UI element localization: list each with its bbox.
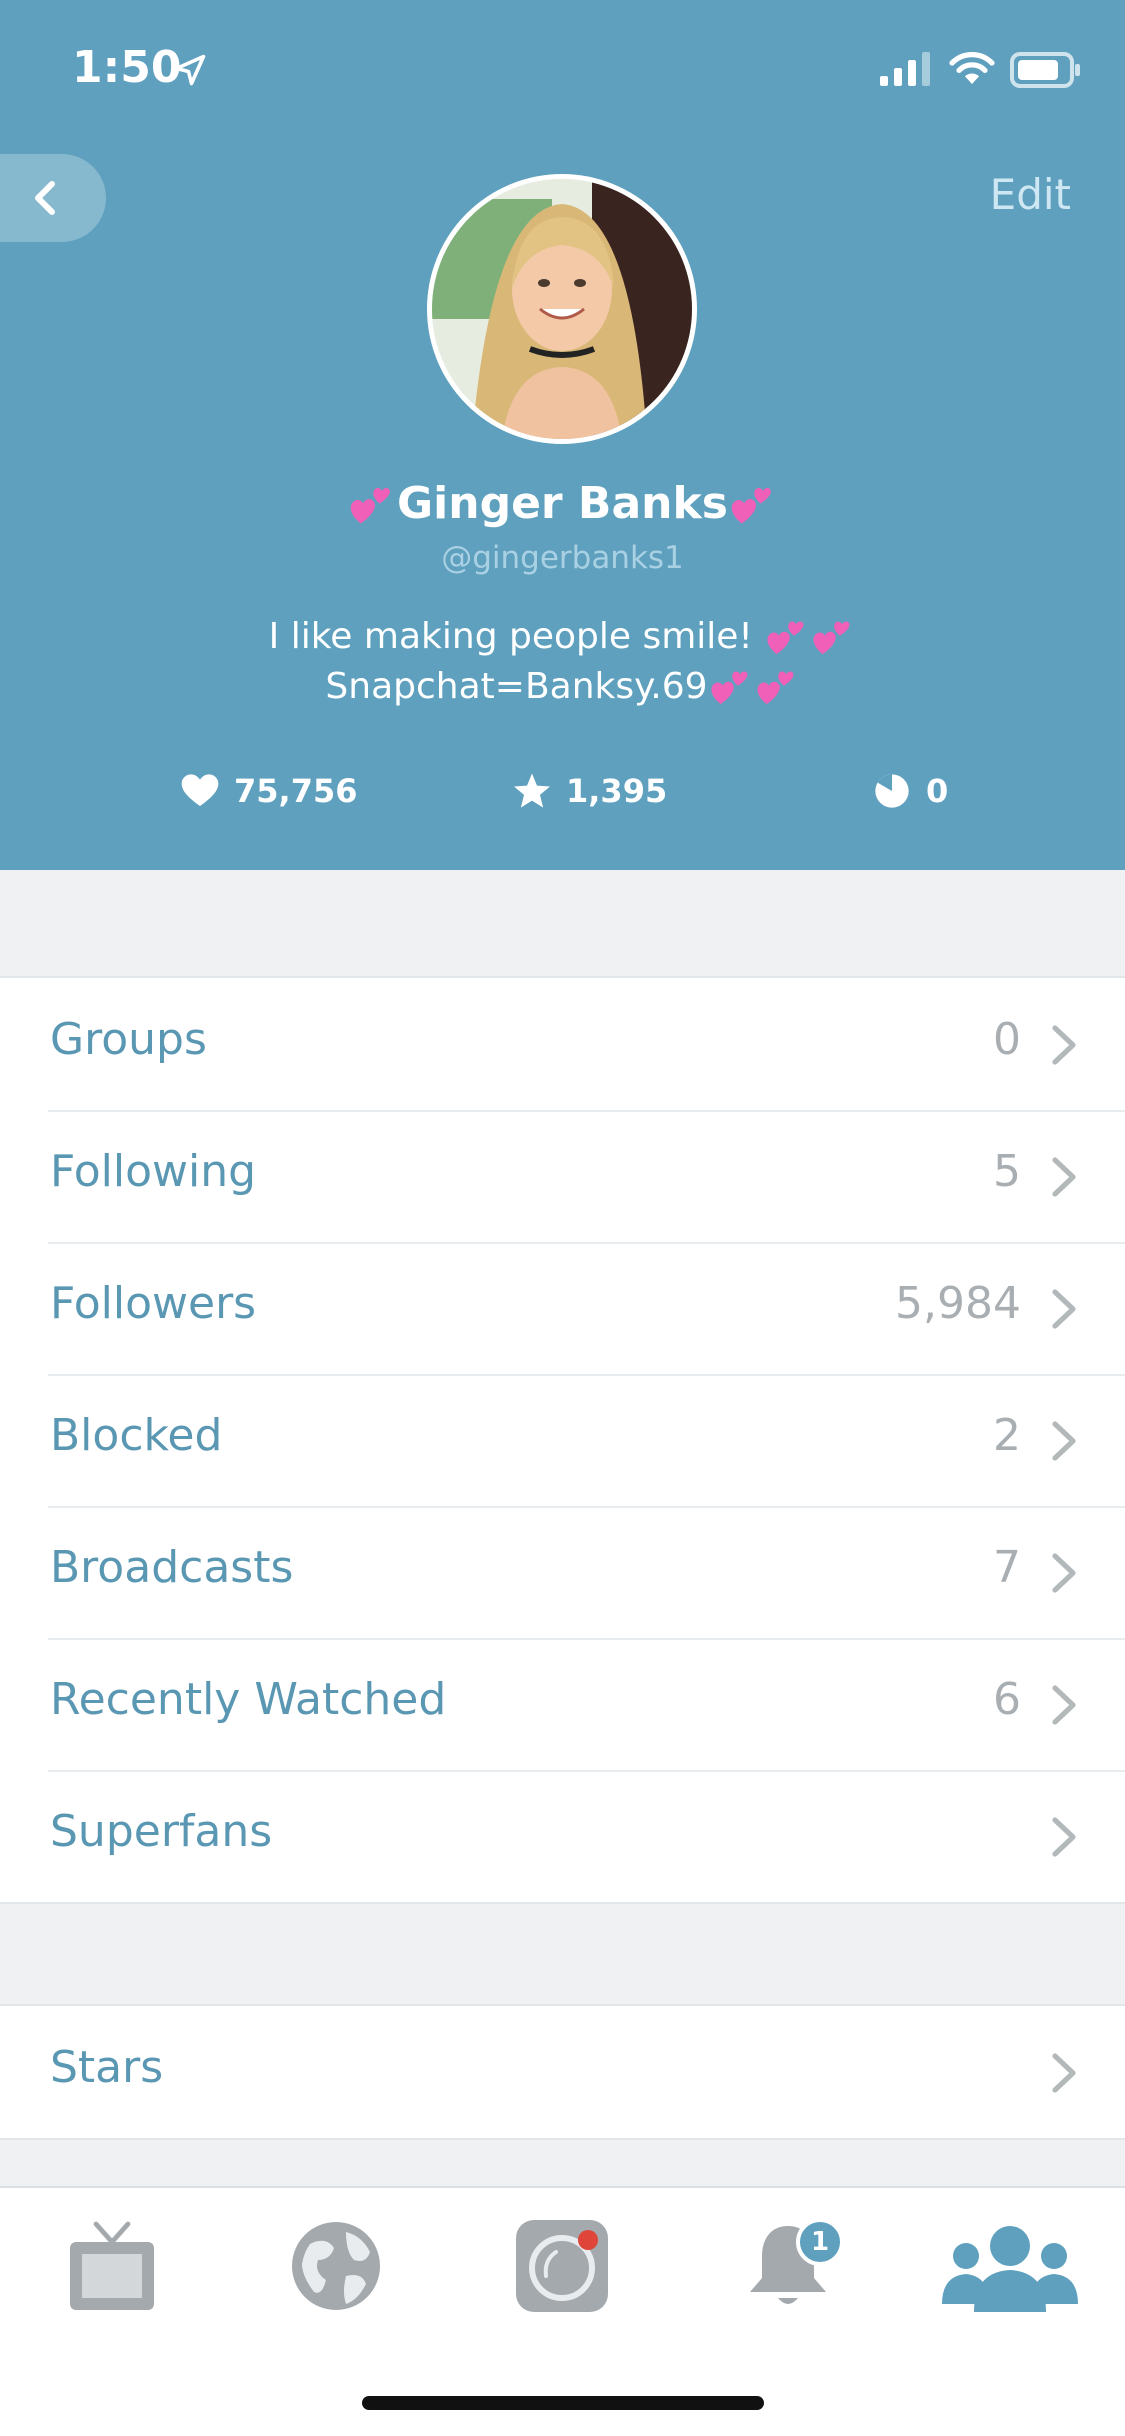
- stat-stars[interactable]: 1,395: [512, 768, 667, 814]
- edit-button[interactable]: Edit: [990, 170, 1071, 219]
- two-hearts-emoji-icon: [767, 621, 804, 655]
- list-item-label: Blocked: [50, 1410, 223, 1461]
- list-item-label: Broadcasts: [50, 1542, 294, 1593]
- stat-pie[interactable]: 0: [872, 768, 948, 814]
- tab-profile[interactable]: [940, 2216, 1080, 2316]
- tv-icon: [70, 2221, 154, 2310]
- list-item-label: Following: [50, 1146, 257, 1197]
- heart-icon: [181, 774, 219, 806]
- two-hearts-emoji-icon: [731, 488, 771, 524]
- tab-watch[interactable]: [62, 2216, 162, 2316]
- list-item-superfans[interactable]: Superfans: [0, 1770, 1125, 1902]
- chevron-right-icon: [1052, 1025, 1076, 1065]
- chevron-left-icon: [35, 181, 55, 215]
- bio-line-1: I like making people smile!: [268, 616, 753, 657]
- list-item-label: Superfans: [50, 1806, 273, 1857]
- chevron-right-icon: [1052, 1553, 1076, 1593]
- list-item-followers[interactable]: Followers 5,984: [0, 1242, 1125, 1374]
- status-bar: 1:50: [0, 0, 1125, 140]
- list-item-label: Followers: [50, 1278, 257, 1329]
- chevron-right-icon: [1052, 1157, 1076, 1197]
- chevron-right-icon: [1052, 1289, 1076, 1329]
- hearts-count: 75,756: [234, 772, 358, 810]
- battery-icon: [1010, 52, 1080, 88]
- bio-line-2: Snapchat=Banksy.69: [325, 666, 708, 707]
- list-item-label: Groups: [50, 1014, 207, 1065]
- back-button[interactable]: [0, 154, 106, 242]
- list-item-label: Stars: [50, 2042, 164, 2093]
- wifi-icon: [949, 52, 995, 84]
- display-name-row: Ginger Banks: [0, 478, 1125, 531]
- chevron-right-icon: [1052, 1817, 1076, 1857]
- notifications-badge: 1: [796, 2218, 844, 2266]
- stat-hearts[interactable]: 75,756: [180, 768, 357, 814]
- avatar[interactable]: [427, 174, 697, 444]
- two-hearts-emoji-icon: [813, 621, 850, 655]
- username: @gingerbanks1: [441, 540, 684, 576]
- display-name: Ginger Banks: [397, 478, 728, 529]
- star-icon: [514, 773, 550, 808]
- chevron-right-icon: [1052, 2053, 1076, 2093]
- list-item-following[interactable]: Following 5: [0, 1110, 1125, 1242]
- two-hearts-emoji-icon: [757, 671, 794, 705]
- home-indicator: [362, 2396, 764, 2410]
- tab-global[interactable]: [286, 2216, 386, 2316]
- list-item-count: 0: [993, 1014, 1021, 1065]
- chevron-right-icon: [1052, 1421, 1076, 1461]
- list-item-broadcasts[interactable]: Broadcasts 7: [0, 1506, 1125, 1638]
- tab-broadcast[interactable]: [512, 2216, 612, 2316]
- list-item-recently-watched[interactable]: Recently Watched 6: [0, 1638, 1125, 1770]
- pie-count: 0: [926, 772, 949, 810]
- location-arrow-icon: [174, 54, 206, 86]
- two-hearts-emoji-icon: [350, 488, 390, 524]
- broadcast-camera-icon: [516, 2220, 608, 2312]
- list-item-count: 5: [993, 1146, 1021, 1197]
- profile-menu-list: Groups 0 Following 5 Followers 5,984 Blo…: [0, 976, 1125, 1904]
- list-item-label: Recently Watched: [50, 1674, 447, 1725]
- list-item-count: 2: [993, 1410, 1021, 1461]
- secondary-menu-list: Stars: [0, 2004, 1125, 2140]
- two-hearts-emoji-icon: [711, 671, 748, 705]
- list-item-count: 5,984: [895, 1278, 1021, 1329]
- list-item-count: 6: [993, 1674, 1021, 1725]
- cellular-signal-icon: [880, 52, 930, 86]
- avatar-photo: [432, 179, 692, 439]
- chevron-right-icon: [1052, 1685, 1076, 1725]
- users-icon: [942, 2226, 1078, 2312]
- status-time: 1:50: [72, 42, 182, 93]
- profile-header: 1:50 Edit Ginger Banks @gingerbanks1 I l…: [0, 0, 1125, 870]
- list-item-blocked[interactable]: Blocked 2: [0, 1374, 1125, 1506]
- stars-count: 1,395: [566, 772, 668, 810]
- list-item-count: 7: [993, 1542, 1021, 1593]
- bio: I like making people smile! Snapchat=Ban…: [0, 612, 1125, 712]
- list-item-stars[interactable]: Stars: [0, 2006, 1125, 2138]
- pie-progress-icon: [875, 774, 909, 808]
- globe-icon: [292, 2222, 380, 2310]
- list-item-groups[interactable]: Groups 0: [0, 978, 1125, 1110]
